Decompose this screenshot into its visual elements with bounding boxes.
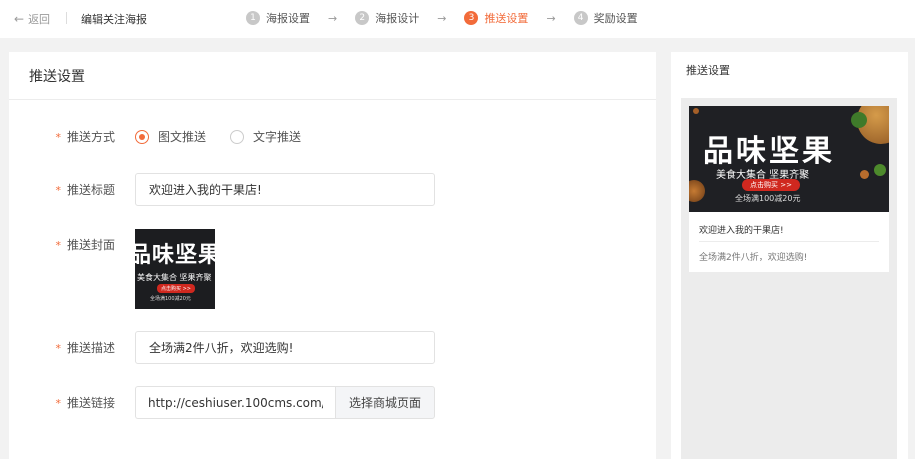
arrow-left-icon: ← [14,12,25,26]
step-label: 推送设置 [484,12,529,25]
form-row-link: * 推送链接 选择商城页面 [9,386,435,419]
radio-unchecked-icon [230,129,245,144]
required-mark: * [55,131,61,144]
cover-promo: 全场满100减20元 [150,296,191,302]
step-push-settings[interactable]: 3 推送设置 [464,10,528,26]
step-number: 2 [355,11,370,25]
preview-description: 全场满2件八折，欢迎选购! [699,253,808,263]
preview-title: 欢迎进入我的干果店! [699,212,879,242]
step-poster-settings[interactable]: 1 海报设置 [246,10,310,26]
preview-heading: 推送设置 [686,64,730,77]
divider [66,12,67,24]
radio-text-push[interactable]: 文字推送 [230,128,301,145]
banner-headline: 品味坚果 [703,134,835,169]
field-label: 推送封面 [66,238,115,252]
field-label: 推送描述 [66,341,115,355]
radio-checked-icon [135,129,149,144]
step-label: 海报设计 [375,12,420,25]
step-label: 海报设置 [266,12,310,25]
nut-decoration-icon [860,170,869,179]
banner-promo: 全场满100减20元 [735,194,801,203]
form-row-description: * 推送描述 [9,331,435,364]
leaf-decoration-icon [851,112,867,128]
top-bar: ← 返回 编辑关注海报 1 海报设置 → 2 海报设计 → 3 推送设置 → 4… [0,0,915,38]
field-label: 推送链接 [66,396,115,410]
radio-label: 文字推送 [253,130,302,144]
back-label: 返回 [28,13,51,26]
arrow-right-icon: → [328,11,338,25]
nut-decoration-icon [689,180,705,202]
page-title: 编辑关注海报 [81,13,147,26]
back-button[interactable]: ← 返回 [14,11,50,27]
preview-panel: 推送设置 品味坚果 美食大集合 坚果齐聚 点击购买 >> 全场满100减20元 … [671,52,908,459]
cover-subtitle: 美食大集合 坚果齐聚 [137,273,212,282]
step-reward-settings[interactable]: 4 奖励设置 [573,10,638,26]
card-heading: 推送设置 [9,52,656,100]
field-label: 推送方式 [66,130,115,144]
step-number: 3 [464,11,479,25]
arrow-right-icon: → [546,11,556,25]
required-mark: * [55,342,61,355]
preview-message: 欢迎进入我的干果店! 全场满2件八折，欢迎选购! [689,212,889,272]
radio-label: 图文推送 [158,130,207,144]
step-label: 奖励设置 [593,12,638,25]
preview-banner: 品味坚果 美食大集合 坚果齐聚 点击购买 >> 全场满100减20元 [689,106,889,212]
push-settings-card: 推送设置 * 推送方式 图文推送 文字推送 * 推送标题 * 推送封面 品味坚果 美食… [9,52,656,459]
push-link-input[interactable] [135,386,335,419]
banner-buy-badge: 点击购买 >> [742,179,800,191]
arrow-right-icon: → [437,11,447,25]
cover-buy-badge: 点击购买 >> [157,284,195,293]
required-mark: * [55,184,61,197]
push-description-input[interactable] [135,331,435,364]
required-mark: * [55,397,61,410]
cover-headline: 品味坚果 [135,242,215,268]
step-poster-design[interactable]: 2 海报设计 [355,10,419,26]
phone-preview: 品味坚果 美食大集合 坚果齐聚 点击购买 >> 全场满100减20元 欢迎进入我… [681,98,897,459]
required-mark: * [55,239,61,252]
step-number: 1 [246,11,260,25]
leaf-decoration-icon [874,164,886,176]
nut-decoration-icon [693,108,699,114]
cover-image[interactable]: 品味坚果 美食大集合 坚果齐聚 点击购买 >> 全场满100减20元 [135,229,215,309]
step-number: 4 [573,11,588,25]
form-row-title: * 推送标题 [9,173,435,206]
push-title-input[interactable] [135,173,435,206]
form-row-method: * 推送方式 图文推送 文字推送 [9,128,325,145]
radio-rich-push[interactable]: 图文推送 [135,128,206,145]
select-mall-page-button[interactable]: 选择商城页面 [335,386,435,419]
form-row-cover: * 推送封面 品味坚果 美食大集合 坚果齐聚 点击购买 >> 全场满100减20元 [9,229,215,309]
step-indicator: 1 海报设置 → 2 海报设计 → 3 推送设置 → 4 奖励设置 [246,10,638,26]
field-label: 推送标题 [66,183,115,197]
